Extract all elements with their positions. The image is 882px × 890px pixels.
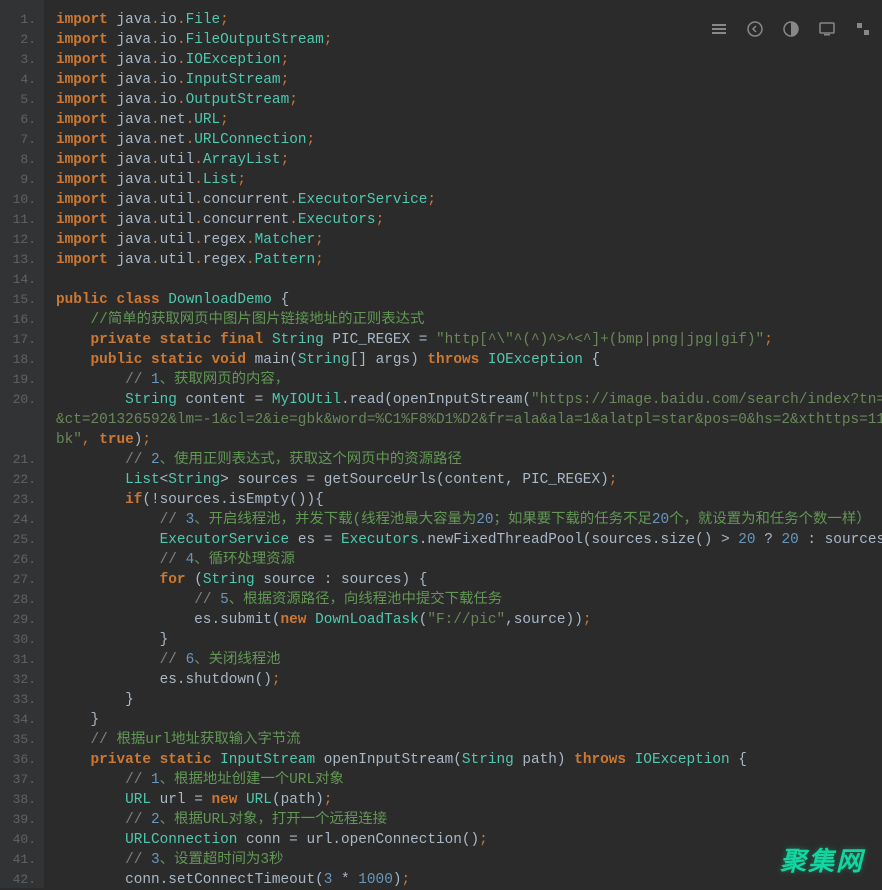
- line-number-wrap: [0, 410, 36, 430]
- line-number: 1.: [0, 10, 36, 30]
- line-number: 11.: [0, 210, 36, 230]
- line-number: 17.: [0, 330, 36, 350]
- code-line: import java.io.OutputStream;: [56, 90, 882, 110]
- code-line: import java.util.ArrayList;: [56, 150, 882, 170]
- line-number: 16.: [0, 310, 36, 330]
- code-line: // 3、设置超时间为3秒: [56, 850, 882, 870]
- line-number: 7.: [0, 130, 36, 150]
- line-number: 18.: [0, 350, 36, 370]
- line-number: 39.: [0, 810, 36, 830]
- line-number: 30.: [0, 630, 36, 650]
- code-line: List<String> sources = getSourceUrls(con…: [56, 470, 882, 490]
- code-line: }: [56, 630, 882, 650]
- expand-icon[interactable]: [854, 20, 872, 38]
- code-line: for (String source : sources) {: [56, 570, 882, 590]
- line-number: 35.: [0, 730, 36, 750]
- code-line: public class DownloadDemo {: [56, 290, 882, 310]
- code-line: &ct=201326592&lm=-1&cl=2&ie=gbk&word=%C1…: [56, 410, 882, 430]
- code-line: public static void main(String[] args) t…: [56, 350, 882, 370]
- code-line: import java.net.URLConnection;: [56, 130, 882, 150]
- code-line: private static final String PIC_REGEX = …: [56, 330, 882, 350]
- code-line: // 5、根据资源路径，向线程池中提交下载任务: [56, 590, 882, 610]
- line-number: 3.: [0, 50, 36, 70]
- line-number: 41.: [0, 850, 36, 870]
- line-number: 6.: [0, 110, 36, 130]
- code-line: }: [56, 690, 882, 710]
- code-line: if(!sources.isEmpty()){: [56, 490, 882, 510]
- code-area[interactable]: import java.io.File;import java.io.FileO…: [44, 0, 882, 888]
- line-number: 13.: [0, 250, 36, 270]
- code-line: private static InputStream openInputStre…: [56, 750, 882, 770]
- code-line: // 3、开启线程池，并发下载(线程池最大容量为20；如果要下载的任务不足20个…: [56, 510, 882, 530]
- line-number: 37.: [0, 770, 36, 790]
- code-line: import java.net.URL;: [56, 110, 882, 130]
- code-line: ExecutorService es = Executors.newFixedT…: [56, 530, 882, 550]
- code-line: // 根据url地址获取输入字节流: [56, 730, 882, 750]
- line-number: 5.: [0, 90, 36, 110]
- line-number: 14.: [0, 270, 36, 290]
- line-number: 33.: [0, 690, 36, 710]
- code-line: URL url = new URL(path);: [56, 790, 882, 810]
- line-number: 20.: [0, 390, 36, 410]
- line-gutter: 1.2.3.4.5.6.7.8.9.10.11.12.13.14.15.16.1…: [0, 0, 44, 888]
- line-number: 32.: [0, 670, 36, 690]
- list-icon[interactable]: [710, 20, 728, 38]
- line-number: 36.: [0, 750, 36, 770]
- code-line: // 6、关闭线程池: [56, 650, 882, 670]
- line-number: 42.: [0, 870, 36, 890]
- line-number: 26.: [0, 550, 36, 570]
- code-line: // 1、获取网页的内容，: [56, 370, 882, 390]
- code-line: [56, 270, 882, 290]
- code-line: import java.util.List;: [56, 170, 882, 190]
- code-line: String content = MyIOUtil.read(openInput…: [56, 390, 882, 410]
- line-number: 34.: [0, 710, 36, 730]
- code-line: es.submit(new DownLoadTask("F://pic",sou…: [56, 610, 882, 630]
- line-number: 24.: [0, 510, 36, 530]
- code-line: import java.util.regex.Pattern;: [56, 250, 882, 270]
- code-editor: 1.2.3.4.5.6.7.8.9.10.11.12.13.14.15.16.1…: [0, 0, 882, 888]
- code-line: // 4、循环处理资源: [56, 550, 882, 570]
- code-line: URLConnection conn = url.openConnection(…: [56, 830, 882, 850]
- line-number: 25.: [0, 530, 36, 550]
- line-number-wrap: [0, 430, 36, 450]
- display-icon[interactable]: [818, 20, 836, 38]
- line-number: 29.: [0, 610, 36, 630]
- back-icon[interactable]: [746, 20, 764, 38]
- contrast-icon[interactable]: [782, 20, 800, 38]
- line-number: 27.: [0, 570, 36, 590]
- code-line: // 2、使用正则表达式，获取这个网页中的资源路径: [56, 450, 882, 470]
- watermark: 聚集网: [780, 841, 864, 878]
- code-line: import java.io.IOException;: [56, 50, 882, 70]
- line-number: 40.: [0, 830, 36, 850]
- line-number: 19.: [0, 370, 36, 390]
- line-number: 9.: [0, 170, 36, 190]
- code-line: // 2、根据URL对象，打开一个远程连接: [56, 810, 882, 830]
- editor-toolbar: [710, 20, 872, 38]
- code-line: bk", true);: [56, 430, 882, 450]
- line-number: 8.: [0, 150, 36, 170]
- code-line: //简单的获取网页中图片图片链接地址的正则表达式: [56, 310, 882, 330]
- code-line: }: [56, 710, 882, 730]
- line-number: 38.: [0, 790, 36, 810]
- line-number: 31.: [0, 650, 36, 670]
- line-number: 4.: [0, 70, 36, 90]
- line-number: 23.: [0, 490, 36, 510]
- code-line: // 1、根据地址创建一个URL对象: [56, 770, 882, 790]
- code-line: import java.util.regex.Matcher;: [56, 230, 882, 250]
- code-line: conn.setConnectTimeout(3 * 1000);: [56, 870, 882, 888]
- code-line: import java.io.InputStream;: [56, 70, 882, 90]
- line-number: 2.: [0, 30, 36, 50]
- code-line: import java.util.concurrent.ExecutorServ…: [56, 190, 882, 210]
- code-line: es.shutdown();: [56, 670, 882, 690]
- line-number: 28.: [0, 590, 36, 610]
- line-number: 12.: [0, 230, 36, 250]
- line-number: 10.: [0, 190, 36, 210]
- code-line: import java.util.concurrent.Executors;: [56, 210, 882, 230]
- line-number: 21.: [0, 450, 36, 470]
- line-number: 22.: [0, 470, 36, 490]
- line-number: 15.: [0, 290, 36, 310]
